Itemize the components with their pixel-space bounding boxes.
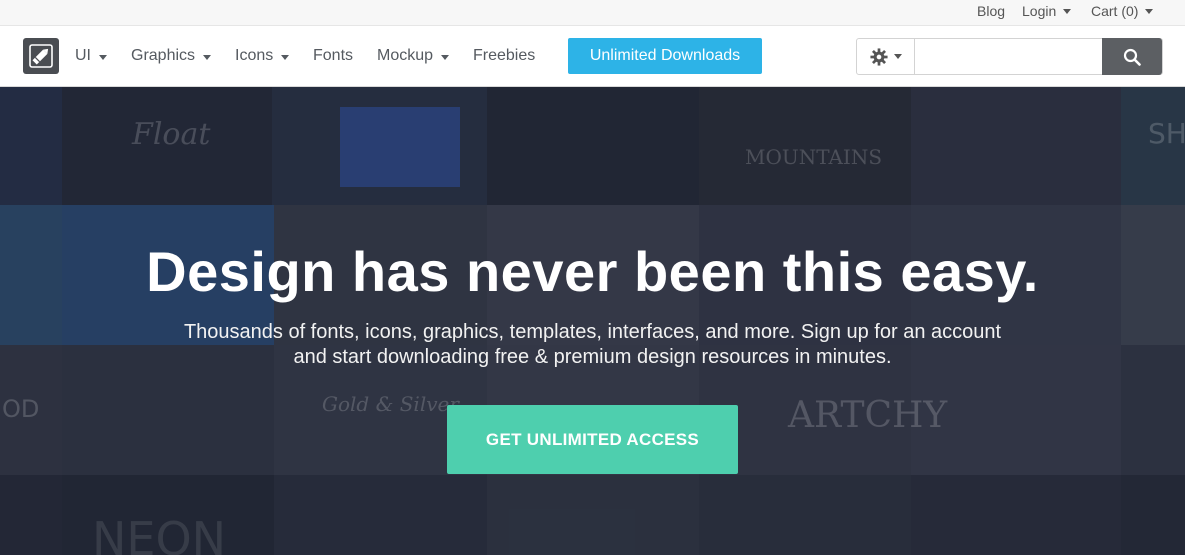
- get-unlimited-access-button[interactable]: GET UNLIMITED ACCESS: [447, 405, 738, 474]
- blog-link[interactable]: Blog: [977, 3, 1005, 19]
- site-logo[interactable]: [23, 38, 59, 74]
- chevron-down-icon: [99, 54, 107, 60]
- collage-word: Float: [132, 117, 211, 152]
- main-navbar: UI Graphics Icons Fonts Mockup Freebies …: [0, 25, 1185, 87]
- nav-freebies[interactable]: Freebies: [473, 47, 535, 65]
- nav-graphics-label: Graphics: [131, 47, 196, 64]
- nav-mockup-label: Mockup: [377, 47, 434, 64]
- gear-icon: [869, 47, 888, 66]
- hero-subtitle-line-1: Thousands of fonts, icons, graphics, tem…: [183, 321, 1002, 343]
- chevron-down-icon: [1145, 8, 1154, 14]
- nav-freebies-label: Freebies: [473, 47, 536, 64]
- collage-word: NEON: [92, 512, 227, 555]
- chevron-down-icon: [281, 54, 290, 60]
- chevron-down-icon: [893, 54, 902, 59]
- hero-section: Float MOUNTAINS SH OD Gold & Silver ARTC…: [0, 87, 1185, 555]
- collage-word: Gold & Silver: [322, 392, 459, 416]
- get-unlimited-access-label: GET UNLIMITED ACCESS: [485, 429, 700, 449]
- nav-ui-label: UI: [75, 47, 91, 64]
- pencil-icon: [29, 44, 53, 68]
- login-label: Login: [1022, 3, 1057, 19]
- collage-word: MOUNTAINS: [745, 145, 883, 169]
- collage-word: ARTCHY: [788, 395, 948, 436]
- nav-mockup[interactable]: Mockup: [377, 47, 450, 65]
- top-utility-bar: Blog Login Cart (0): [0, 0, 1185, 25]
- nav-graphics[interactable]: Graphics: [131, 47, 212, 65]
- unlimited-downloads-button[interactable]: Unlimited Downloads: [568, 38, 762, 74]
- nav-ui[interactable]: UI: [75, 47, 107, 65]
- chevron-down-icon: [203, 54, 212, 60]
- collage-word: SH: [1148, 117, 1185, 150]
- search-settings-dropdown[interactable]: [857, 39, 915, 74]
- nav-icons-label: Icons: [235, 47, 274, 64]
- login-dropdown[interactable]: Login: [1022, 3, 1072, 19]
- search-bar: [856, 38, 1163, 75]
- hero-subtitle-line-2: and start downloading free & premium des…: [293, 346, 892, 368]
- nav-icons[interactable]: Icons: [235, 47, 290, 65]
- chevron-down-icon: [441, 54, 450, 60]
- search-input[interactable]: [915, 39, 1103, 74]
- cart-label: Cart (0): [1091, 3, 1139, 19]
- unlimited-downloads-label: Unlimited Downloads: [589, 47, 741, 64]
- cart-dropdown[interactable]: Cart (0): [1091, 3, 1154, 19]
- blog-link-label: Blog: [977, 3, 1006, 19]
- nav-fonts-label: Fonts: [313, 47, 354, 64]
- chevron-down-icon: [1063, 8, 1072, 14]
- collage-word: OD: [2, 395, 40, 423]
- search-icon: [1123, 48, 1141, 66]
- search-button[interactable]: [1102, 38, 1162, 75]
- hero-title: Design has never been this easy.: [146, 240, 1039, 303]
- hero-subtitle: Thousands of fonts, icons, graphics, tem…: [140, 320, 1045, 370]
- nav-fonts[interactable]: Fonts: [313, 47, 353, 65]
